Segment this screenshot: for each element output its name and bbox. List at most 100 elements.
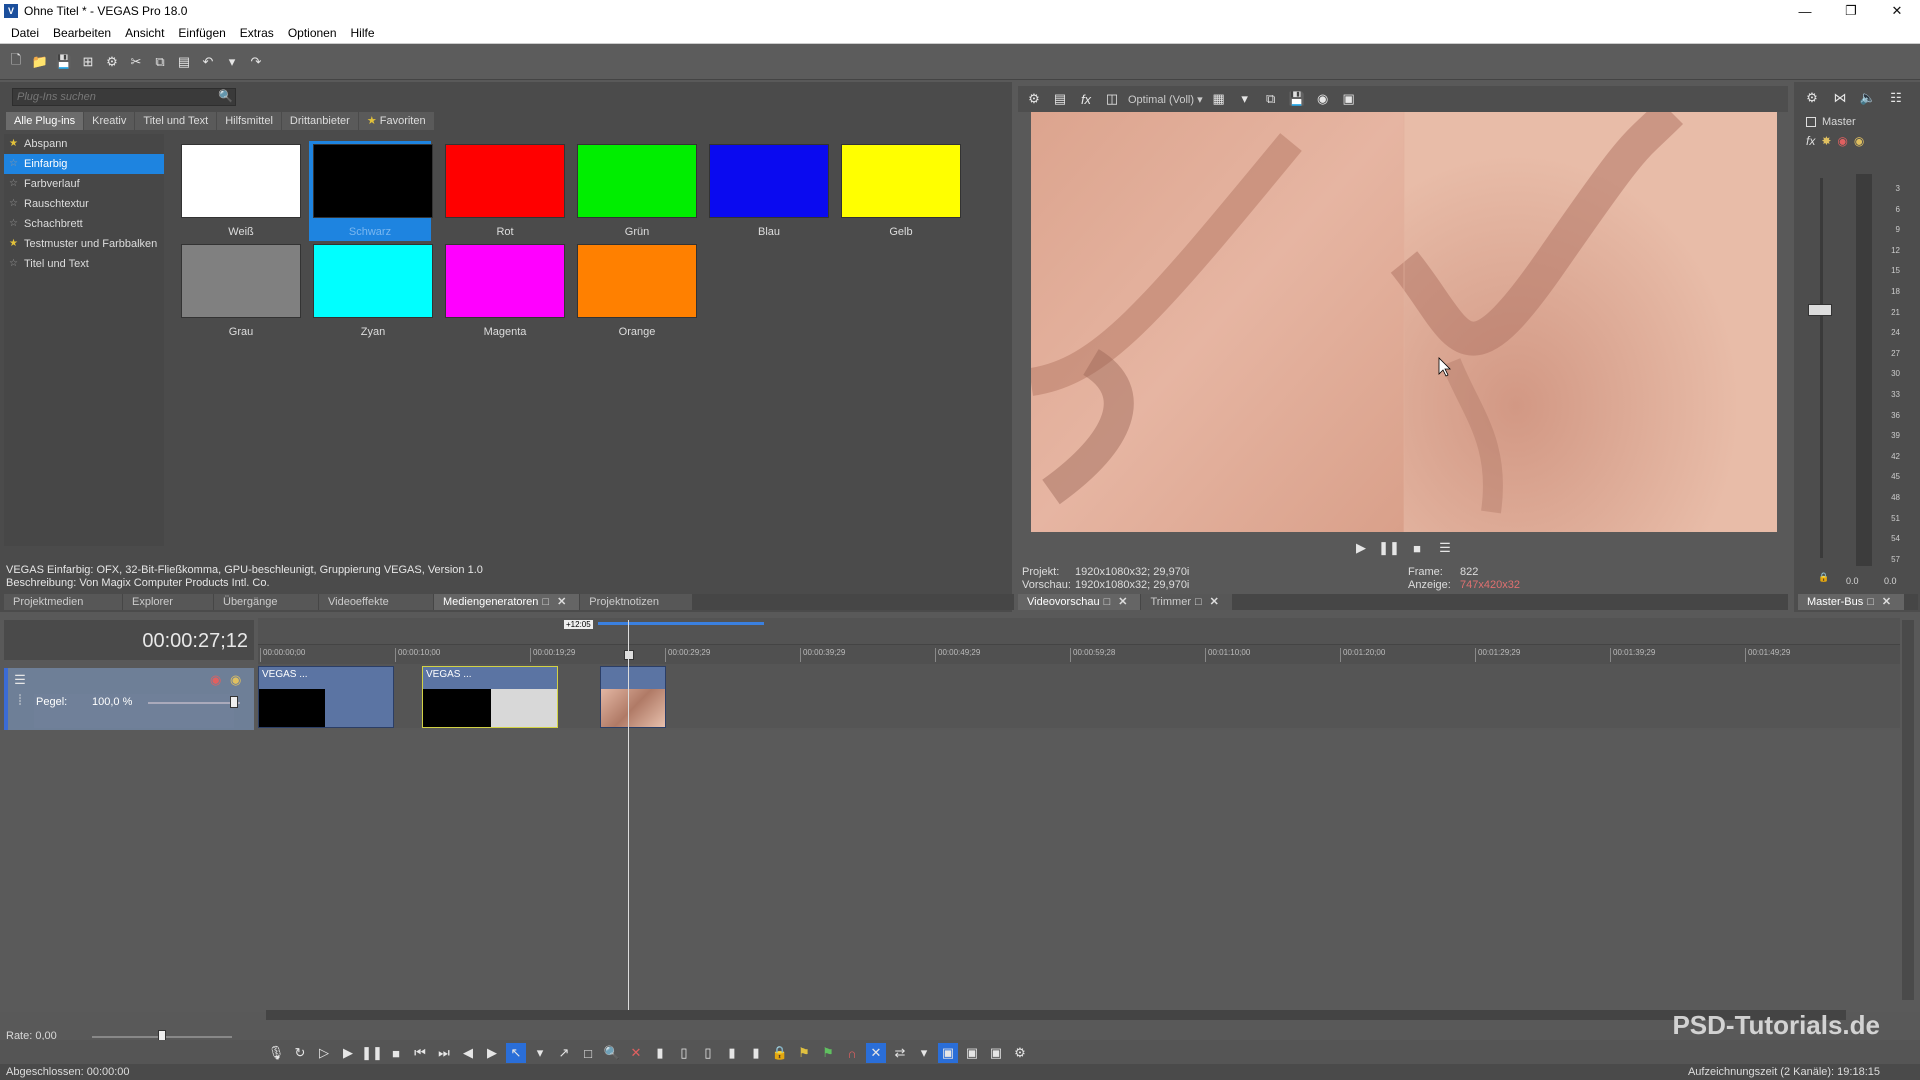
master-settings-gear-icon[interactable]: ⚙ [1802,88,1822,108]
close-tab-icon[interactable]: ✕ [557,596,566,608]
undock-icon[interactable]: □ [1867,596,1874,608]
cut-icon[interactable]: ✂ [126,52,146,72]
minimize-icon[interactable]: — [1782,0,1828,22]
mute-track-icon[interactable]: ◉ [210,672,221,688]
tree-item-schachbrett[interactable]: ☆ Schachbrett [4,214,164,234]
timeline-empty-area[interactable] [0,620,1920,1020]
record-icon[interactable]: 🎙 [266,1043,286,1063]
solo-track-icon[interactable]: ◉ [230,672,241,688]
device-icon[interactable]: ▤ [1050,89,1070,109]
swatch-blau[interactable]: Blau [708,144,830,238]
stop-icon[interactable]: ■ [386,1043,406,1063]
tab-drittanbieter[interactable]: Drittanbieter [281,112,358,130]
ripple-dropdown-icon[interactable]: ▾ [914,1043,934,1063]
undock-icon[interactable]: □ [1195,596,1202,608]
playhead-handle[interactable] [624,650,634,660]
tab-uebergaenge[interactable]: Übergänge [214,594,318,610]
fx-icon[interactable]: fx [1076,89,1096,109]
play-icon[interactable]: ▶ [338,1043,358,1063]
mute-icon[interactable]: ◉ [1837,134,1847,148]
tab-videoeffekte[interactable]: Videoeffekte [319,594,433,610]
pause-icon[interactable]: ❚❚ [361,1043,383,1063]
tab-titel-und-text[interactable]: Titel und Text [135,112,217,130]
fullscreen-icon[interactable]: ▣ [1339,89,1359,109]
swatch-schwarz[interactable]: Schwarz [309,141,433,241]
menu-bearbeiten[interactable]: Bearbeiten [46,26,118,40]
overlay-grid-icon[interactable]: ▦ [1209,89,1229,109]
undo-dropdown-icon[interactable]: ▾ [222,52,242,72]
auto-crossfade-icon[interactable]: ✕ [866,1043,886,1063]
track-expand-icon[interactable]: ┊ [10,690,30,710]
insert-region-icon[interactable]: ⚑ [818,1043,838,1063]
swatch-weiß[interactable]: Weiß [180,144,302,238]
master-fader-handle[interactable] [1808,304,1832,316]
undock-icon[interactable]: □ [1104,596,1111,608]
menu-extras[interactable]: Extras [233,26,281,40]
go-to-start-icon[interactable]: ⏮ [410,1043,430,1063]
event-fx-icon[interactable]: ▣ [962,1043,982,1063]
vertical-scrollbar[interactable] [1902,620,1914,1000]
open-folder-icon[interactable]: 📁 [30,52,50,72]
lock-icon[interactable]: 🔒 [1818,572,1829,583]
lock-icon[interactable]: 🔒 [770,1043,790,1063]
trim-icon[interactable]: ▮ [650,1043,670,1063]
video-preview-frame[interactable] [1031,112,1777,532]
close-icon[interactable]: ✕ [1874,0,1920,22]
tab-projektnotizen[interactable]: Projektnotizen [580,594,693,610]
maximize-icon[interactable]: ❐ [1828,0,1874,22]
pegel-slider-handle[interactable] [230,696,238,708]
audio-icon[interactable]: ◉ [1313,89,1333,109]
tab-explorer[interactable]: Explorer [123,594,213,610]
edit-tool-icon[interactable]: ↖ [506,1043,526,1063]
tab-kreativ[interactable]: Kreativ [84,112,135,130]
close-tab-icon[interactable]: ✕ [1118,596,1127,608]
settings-gear-icon[interactable]: ⚙ [102,52,122,72]
menu-optionen[interactable]: Optionen [281,26,344,40]
tool-dropdown-icon[interactable]: ▾ [530,1043,550,1063]
tab-mediengeneratoren[interactable]: Mediengeneratoren □ ✕ [434,594,580,610]
tree-item-abspann[interactable]: ★ Abspann [4,134,164,154]
swatch-orange[interactable]: Orange [576,244,698,338]
insert-marker-icon[interactable]: ⚑ [794,1043,814,1063]
go-to-end-icon[interactable]: ⏭ [434,1043,454,1063]
menu-datei[interactable]: Datei [4,26,46,40]
zoom-tool-icon[interactable]: 🔍 [602,1043,622,1063]
video-track-lane[interactable]: VEGAS ... VEGAS ... [258,664,1900,728]
clip-vegas-1[interactable]: VEGAS ... [258,666,394,728]
track-menu-icon[interactable]: ☰ [10,670,30,690]
tree-item-farbverlauf[interactable]: ☆ Farbverlauf [4,174,164,194]
prev-frame-icon[interactable]: ◀ [458,1043,478,1063]
lock-envelopes-icon[interactable]: ▣ [938,1043,958,1063]
menu-ansicht[interactable]: Ansicht [118,26,171,40]
tree-item-testmuster[interactable]: ★ Testmuster und Farbbalken [4,234,164,254]
clip-vegas-2[interactable]: VEGAS ... [422,666,558,728]
new-file-icon[interactable]: 🗋 [6,52,26,72]
undo-icon[interactable]: ↶ [198,52,218,72]
save-snapshot-icon[interactable]: 💾 [1287,89,1307,109]
envelope-tool-icon[interactable]: ↗ [554,1043,574,1063]
fx-icon[interactable]: fx [1806,134,1815,148]
tab-projektmedien[interactable]: Projektmedien [4,594,122,610]
preview-settings-gear-icon[interactable]: ⚙ [1024,89,1044,109]
copy-icon[interactable]: ⧉ [150,52,170,72]
menu-einfuegen[interactable]: Einfügen [171,26,232,40]
snapping-icon[interactable]: ∩ [842,1043,862,1063]
ripple-edit-icon[interactable]: ⇄ [890,1043,910,1063]
tab-trimmer[interactable]: Trimmer □ ✕ [1141,594,1232,610]
undock-icon[interactable]: □ [542,596,549,608]
selection-tool-icon[interactable]: □ [578,1043,598,1063]
play-from-start-icon[interactable]: ▷ [314,1043,334,1063]
scripting-icon[interactable]: ⚙ [1010,1043,1030,1063]
stop-icon[interactable]: ■ [1407,538,1427,558]
plugin-search-input[interactable]: Plug-Ins suchen [12,88,236,106]
delete-icon[interactable]: ✕ [626,1043,646,1063]
split-screen-icon[interactable]: ◫ [1102,89,1122,109]
track-header[interactable]: ☰ ┊ ◉ ◉ Pegel: 100,0 % [4,668,254,730]
loop-icon[interactable]: ↻ [290,1043,310,1063]
preview-menu-icon[interactable]: ☰ [1435,538,1455,558]
tab-favoriten[interactable]: ★ Favoriten [358,112,434,130]
downmix-icon[interactable]: ⋈ [1830,88,1850,108]
swatch-grau[interactable]: Grau [180,244,302,338]
save-icon[interactable]: 💾 [54,52,74,72]
pegel-slider[interactable] [148,702,240,704]
